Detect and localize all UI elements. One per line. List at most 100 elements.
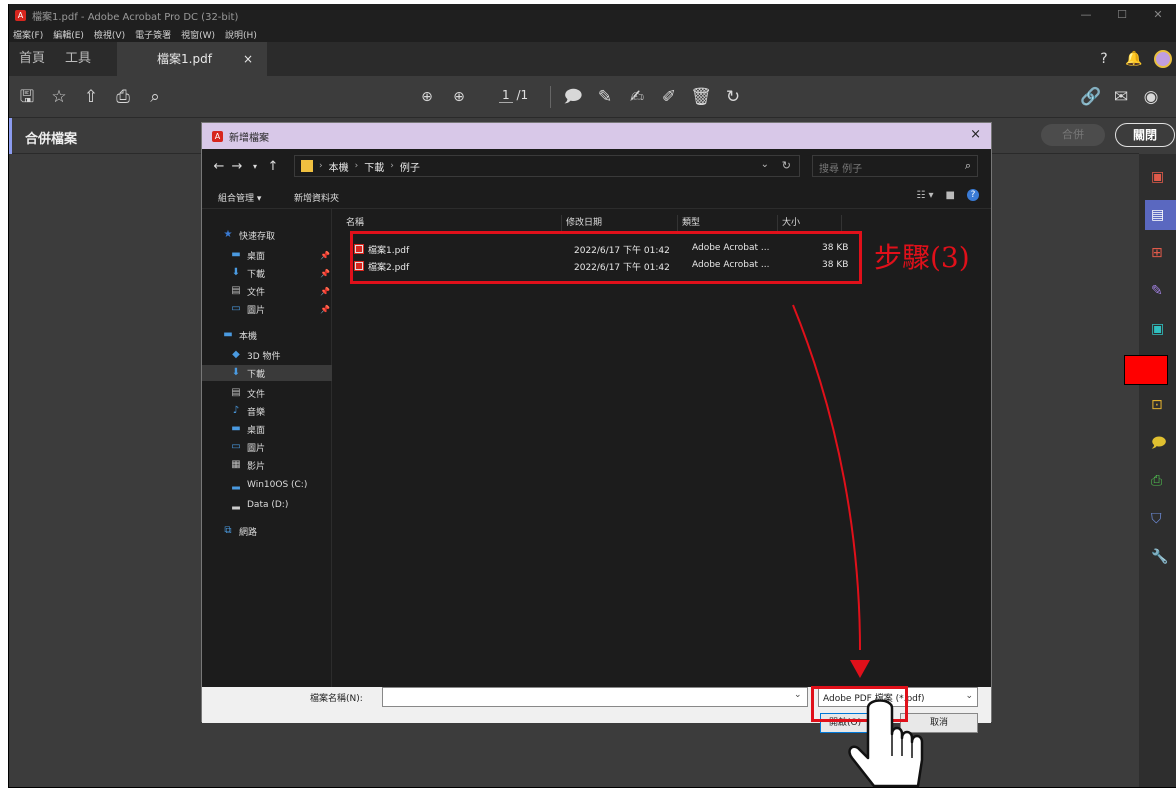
- nav-downloads-selected[interactable]: ⬇ 下載: [202, 365, 332, 381]
- minimize-button[interactable]: —: [1068, 4, 1104, 26]
- organize-button[interactable]: 組合管理 ▾: [218, 191, 261, 204]
- cancel-button[interactable]: 取消: [900, 713, 978, 733]
- up-arrow-icon[interactable]: ↑: [264, 159, 282, 174]
- window-close-button[interactable]: ✕: [1140, 4, 1176, 26]
- delete-icon[interactable]: 🗑: [689, 85, 713, 109]
- search-icon[interactable]: ⌕: [965, 159, 971, 173]
- nav-documents[interactable]: ▤ 文件 📌: [222, 283, 332, 299]
- close-tool-button[interactable]: 關閉: [1115, 123, 1175, 147]
- create-pdf-icon[interactable]: ▣: [1151, 166, 1173, 188]
- nav-network[interactable]: ⧉ 網路: [222, 523, 332, 539]
- step-label: 步驟(3): [874, 241, 970, 274]
- breadcrumb-this-pc[interactable]: 本機: [329, 159, 349, 174]
- page-indicator: 1 /1: [499, 88, 529, 103]
- filename-dropdown-icon[interactable]: ⌄: [794, 690, 802, 700]
- menu-file[interactable]: 檔案(F): [13, 28, 43, 41]
- menu-help[interactable]: 說明(H): [225, 28, 257, 41]
- print-production-icon[interactable]: ⎙: [1151, 470, 1173, 492]
- preview-pane-icon[interactable]: ■: [946, 190, 955, 201]
- rotate-icon[interactable]: ↻: [721, 85, 745, 109]
- forward-arrow-icon[interactable]: →: [228, 159, 246, 174]
- save-icon[interactable]: 🖫: [15, 85, 39, 109]
- combine-title: 合併檔案: [25, 132, 78, 147]
- more-tools-icon[interactable]: 🔧: [1151, 546, 1173, 568]
- address-bar[interactable]: › 本機 › 下載 › 例子 ⌄ ↻: [294, 155, 800, 177]
- menu-sign[interactable]: 電子簽署: [135, 28, 171, 41]
- nav-desktop-2[interactable]: ▬ 桌面: [222, 421, 332, 437]
- drive-icon: ▂: [232, 479, 240, 490]
- dialog-title-bar: A 新增檔案 ×: [202, 123, 991, 149]
- organize-pages-icon[interactable]: ⊞: [1151, 242, 1173, 264]
- nav-label: 下載: [247, 269, 266, 280]
- maximize-button[interactable]: ☐: [1104, 4, 1140, 26]
- menu-window[interactable]: 視窗(W): [181, 28, 215, 41]
- address-row: ← → ▾ ↑ › 本機 › 下載 › 例子 ⌄ ↻ 搜尋 例子 ⌕: [202, 149, 991, 183]
- tab-tools[interactable]: 工具: [55, 42, 101, 76]
- menu-view[interactable]: 檢視(V): [94, 28, 125, 41]
- help-icon[interactable]: ?: [1094, 49, 1114, 69]
- history-chevron-icon[interactable]: ▾: [246, 162, 264, 171]
- star-icon[interactable]: ☆: [47, 85, 71, 109]
- dialog-close-icon[interactable]: ×: [970, 127, 981, 142]
- acrobat-logo-icon: A: [15, 9, 26, 21]
- column-modified[interactable]: 修改日期: [562, 215, 678, 231]
- column-type[interactable]: 類型: [678, 215, 778, 231]
- nav-label: 圖片: [247, 443, 266, 454]
- column-size[interactable]: 大小: [778, 215, 842, 231]
- account-icon[interactable]: ◉: [1139, 85, 1163, 109]
- filename-input[interactable]: [382, 687, 808, 707]
- back-arrow-icon[interactable]: ←: [210, 159, 228, 174]
- nav-label: Data (D:): [247, 500, 289, 510]
- comment-tool-icon[interactable]: 🗩: [1151, 432, 1173, 454]
- search-icon[interactable]: ⌕: [143, 85, 167, 109]
- help-icon[interactable]: ?: [967, 189, 979, 201]
- breadcrumb-downloads[interactable]: 下載: [364, 159, 384, 174]
- scan-icon[interactable]: ⊡: [1151, 394, 1173, 416]
- refresh-icon[interactable]: ↻: [782, 159, 791, 172]
- tab-home[interactable]: 首頁: [9, 42, 55, 76]
- nav-desktop[interactable]: ▬ 桌面 📌: [222, 247, 332, 263]
- comment-icon[interactable]: 🗩: [561, 85, 585, 109]
- avatar[interactable]: [1154, 50, 1172, 68]
- tab-close-icon[interactable]: ×: [243, 42, 253, 76]
- search-box[interactable]: 搜尋 例子 ⌕: [812, 155, 978, 177]
- page-total: /1: [516, 88, 529, 102]
- link-icon[interactable]: 🔗: [1079, 85, 1103, 109]
- nav-videos[interactable]: ▦ 影片: [222, 457, 332, 473]
- edit-icon[interactable]: ✐: [657, 85, 681, 109]
- upload-icon[interactable]: ⇧: [79, 85, 103, 109]
- toolbar-divider: [550, 86, 551, 108]
- nav-3d-objects[interactable]: ◆ 3D 物件: [222, 347, 332, 363]
- nav-pictures-2[interactable]: ▭ 圖片: [222, 439, 332, 455]
- nav-downloads[interactable]: ⬇ 下載 📌: [222, 265, 332, 281]
- page-current[interactable]: 1: [499, 88, 513, 103]
- export-pdf-icon[interactable]: ▣: [1151, 318, 1173, 340]
- next-page-icon[interactable]: ⊕: [447, 85, 471, 109]
- nav-quick-access[interactable]: ★ 快速存取: [222, 227, 332, 243]
- print-icon[interactable]: ⎙: [111, 85, 135, 109]
- sign-icon[interactable]: ✍: [625, 85, 649, 109]
- mail-icon[interactable]: ✉: [1109, 85, 1133, 109]
- nav-this-pc[interactable]: ▬ 本機: [222, 327, 332, 343]
- combine-button[interactable]: 合併: [1041, 124, 1105, 146]
- highlight-icon[interactable]: ✎: [593, 85, 617, 109]
- prev-page-icon[interactable]: ⊕: [415, 85, 439, 109]
- protect-icon[interactable]: ⛉: [1151, 508, 1173, 530]
- menu-edit[interactable]: 編輯(E): [53, 28, 84, 41]
- new-folder-button[interactable]: 新增資料夾: [294, 191, 339, 204]
- column-name[interactable]: 名稱: [342, 215, 562, 231]
- tab-document[interactable]: 檔案1.pdf ×: [117, 42, 268, 76]
- nav-drive-c[interactable]: ▂ Win10OS (C:): [222, 477, 332, 493]
- view-mode-icon[interactable]: ☷ ▾: [916, 190, 933, 201]
- nav-pictures[interactable]: ▭ 圖片 📌: [222, 301, 332, 317]
- address-dropdown-icon[interactable]: ⌄: [761, 159, 769, 170]
- bell-icon[interactable]: 🔔: [1124, 49, 1144, 69]
- nav-documents-2[interactable]: ▤ 文件: [222, 385, 332, 401]
- toolbar: 🖫 ☆ ⇧ ⎙ ⌕ ⊕ ⊕ 1 /1 🗩 ✎ ✍ ✐ 🗑 ↻ 🔗 ✉ ◉: [9, 76, 1176, 118]
- nav-label: 桌面: [247, 251, 266, 262]
- nav-music[interactable]: ♪ 音樂: [222, 403, 332, 419]
- combine-files-icon[interactable]: ▤: [1151, 204, 1173, 226]
- fill-sign-icon[interactable]: ✎: [1151, 280, 1173, 302]
- nav-drive-d[interactable]: ▂ Data (D:): [222, 497, 332, 513]
- breadcrumb-examples[interactable]: 例子: [400, 159, 420, 174]
